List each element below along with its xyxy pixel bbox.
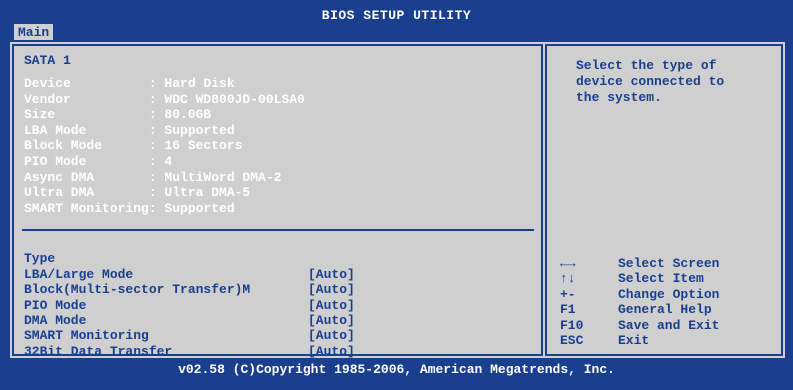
- info-smart-monitoring: SMART Monitoring: Supported: [24, 200, 235, 216]
- setting-label: 32Bit Data Transfer: [24, 343, 173, 359]
- divider: [22, 229, 534, 231]
- settings-list: Type [Auto] LBA/Large Mode [Auto] Block(…: [24, 236, 524, 374]
- help-text: Select the type of device connected to t…: [576, 58, 725, 105]
- arrows-left-right-icon: ←→: [560, 256, 576, 271]
- info-block-mode: Block Mode : 16 Sectors: [24, 138, 243, 154]
- info-device: Device : Hard Disk: [24, 76, 235, 91]
- key-plus-minus: +-: [560, 286, 576, 302]
- setting-type[interactable]: Type [Auto]: [24, 236, 524, 281]
- setting-32bit-transfer[interactable]: 32Bit Data Transfer [Enabled]: [24, 328, 524, 374]
- key-desc: Exit: [618, 332, 650, 348]
- bios-title: BIOS SETUP UTILITY: [321, 8, 472, 23]
- key-esc: ESC: [560, 332, 584, 348]
- key-desc: Save and Exit: [618, 317, 720, 333]
- setting-pio-mode[interactable]: PIO Mode [Auto]: [24, 282, 524, 328]
- setting-block-multi-sector[interactable]: Block(Multi-sector Transfer)M [Auto]: [24, 267, 524, 312]
- setting-smart-monitoring[interactable]: SMART Monitoring [Auto]: [24, 313, 524, 358]
- key-desc: Select Screen: [618, 256, 720, 271]
- key-f10: F10: [560, 317, 584, 333]
- info-ultra-dma: Ultra DMA : Ultra DMA-5: [24, 185, 251, 201]
- key-row: +- Change Option: [560, 287, 775, 302]
- copyright-footer: v02.58 (C)Copyright 1985-2006, American …: [178, 362, 615, 377]
- info-lba-mode: LBA Mode : Supported: [24, 122, 235, 138]
- key-row: F1 General Help: [560, 302, 775, 317]
- setting-value[interactable]: [Auto]: [308, 344, 355, 359]
- key-row: ESC Exit: [560, 333, 775, 348]
- key-row: F10 Save and Exit: [560, 318, 775, 333]
- key-row: ←→ Select Screen: [560, 256, 775, 271]
- key-f1: F1: [560, 302, 576, 318]
- key-desc: Change Option: [618, 286, 720, 302]
- info-async-dma: Async DMA : MultiWord DMA-2: [24, 169, 282, 185]
- arrows-up-down-icon: ↑↓: [560, 271, 576, 287]
- key-legend: ←→ Select Screen ↑↓ Select Item +- Chang…: [560, 256, 775, 348]
- device-info: Device : Hard Disk Vendor : WDC WD800JD-…: [24, 76, 305, 216]
- info-size: Size : 80.0GB: [24, 107, 212, 123]
- section-title: SATA 1: [24, 53, 71, 68]
- setting-dma-mode[interactable]: DMA Mode [Auto]: [24, 298, 524, 343]
- key-desc: Select Item: [618, 271, 704, 287]
- info-vendor: Vendor : WDC WD800JD-00LSA0: [24, 91, 305, 107]
- setting-lba-large-mode[interactable]: LBA/Large Mode [Auto]: [24, 251, 524, 297]
- key-desc: General Help: [618, 302, 712, 318]
- key-row: ↑↓ Select Item: [560, 271, 775, 286]
- info-pio-mode: PIO Mode : 4: [24, 153, 173, 169]
